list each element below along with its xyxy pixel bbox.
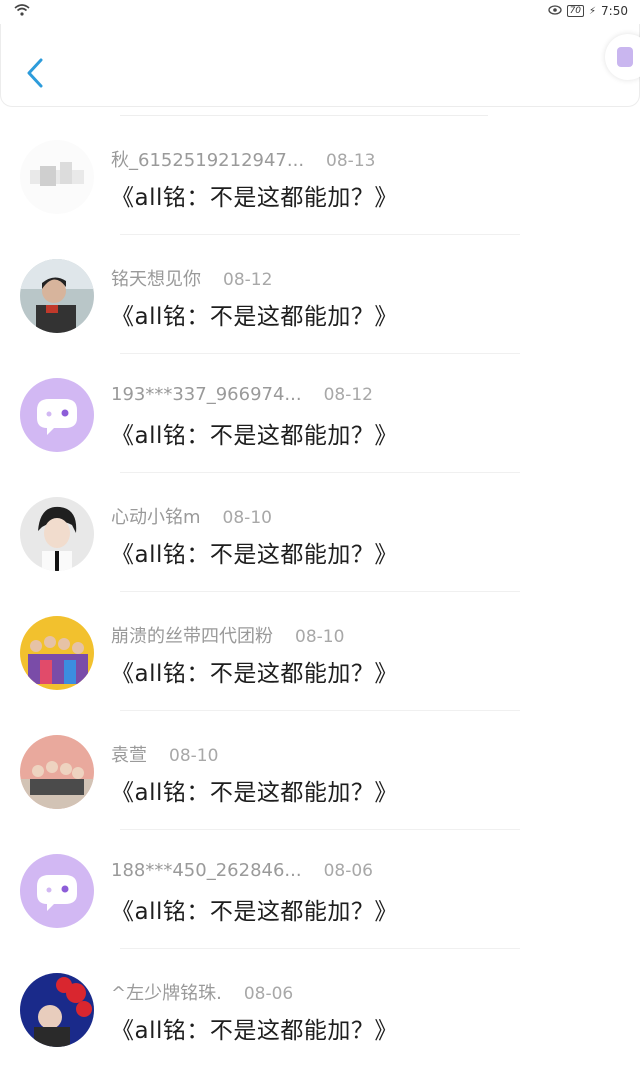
message-date: 08-12 — [223, 270, 273, 290]
user-name: 心动小铭m — [111, 507, 201, 528]
list-item[interactable]: 188***450_262846... 08-06 《all铭：不是这都能加？》 — [0, 830, 640, 949]
user-name: 铭天想见你 — [111, 269, 201, 290]
avatar — [20, 735, 94, 809]
clock: 7:50 — [601, 4, 628, 18]
avatar — [20, 497, 94, 571]
message-text: 《all铭：不是这都能加？》 — [111, 304, 398, 330]
message-text: 《all铭：不是这都能加？》 — [111, 423, 398, 449]
message-text: 《all铭：不是这都能加？》 — [111, 1018, 398, 1044]
status-bar: 70 ⚡ 7:50 — [0, 0, 640, 24]
user-name: 崩溃的丝带四代团粉 — [111, 626, 273, 647]
list-item[interactable]: 袁萱 08-10 《all铭：不是这都能加？》 — [0, 711, 640, 830]
list-item[interactable]: 193***337_966974... 08-12 《all铭：不是这都能加？》 — [0, 354, 640, 473]
avatar — [20, 616, 94, 690]
avatar — [20, 140, 94, 214]
list-item[interactable]: ^左少牌铭珠. 08-06 《all铭：不是这都能加？》 — [0, 949, 640, 1068]
chat-bubble-icon — [20, 378, 94, 452]
user-name: ^左少牌铭珠. — [111, 983, 222, 1004]
avatar — [20, 973, 94, 1047]
user-name: 193***337_966974... — [111, 384, 302, 405]
avatar — [20, 259, 94, 333]
chevron-left-icon — [27, 58, 43, 88]
message-text: 《all铭：不是这都能加？》 — [111, 780, 398, 806]
back-button[interactable] — [19, 54, 55, 94]
battery-icon: 70 — [566, 5, 585, 17]
message-text: 《all铭：不是这都能加？》 — [111, 899, 398, 925]
user-name: 秋_6152519212947... — [111, 150, 305, 171]
list-item[interactable]: 秋_6152519212947... 08-13 《all铭：不是这都能加？》 — [0, 116, 640, 235]
header — [0, 24, 640, 107]
message-date: 08-12 — [323, 385, 373, 405]
charging-icon: ⚡ — [589, 5, 597, 17]
message-text: 《all铭：不是这都能加？》 — [111, 185, 398, 211]
message-text: 《all铭：不是这都能加？》 — [111, 542, 398, 568]
user-name: 188***450_262846... — [111, 860, 302, 881]
message-date: 08-06 — [323, 861, 373, 881]
avatar — [20, 854, 94, 928]
floating-side-button[interactable] — [605, 34, 640, 80]
avatar — [20, 378, 94, 452]
message-list: 秋_6152519212947... 08-13 《all铭：不是这都能加？》 铭… — [0, 116, 640, 1068]
list-item[interactable]: 铭天想见你 08-12 《all铭：不是这都能加？》 — [0, 235, 640, 354]
list-item[interactable]: 心动小铭m 08-10 《all铭：不是这都能加？》 — [0, 473, 640, 592]
message-date: 08-10 — [169, 746, 219, 766]
message-text: 《all铭：不是这都能加？》 — [111, 661, 398, 687]
eye-icon — [547, 4, 562, 18]
wifi-icon — [14, 4, 30, 19]
user-name: 袁萱 — [111, 745, 147, 766]
message-date: 08-06 — [243, 984, 294, 1004]
chat-bubble-icon — [20, 854, 94, 928]
message-date: 08-10 — [295, 627, 345, 647]
list-item[interactable]: 崩溃的丝带四代团粉 08-10 《all铭：不是这都能加？》 — [0, 592, 640, 711]
app-icon — [617, 47, 633, 67]
message-date: 08-10 — [222, 508, 272, 528]
message-date: 08-13 — [326, 151, 376, 171]
